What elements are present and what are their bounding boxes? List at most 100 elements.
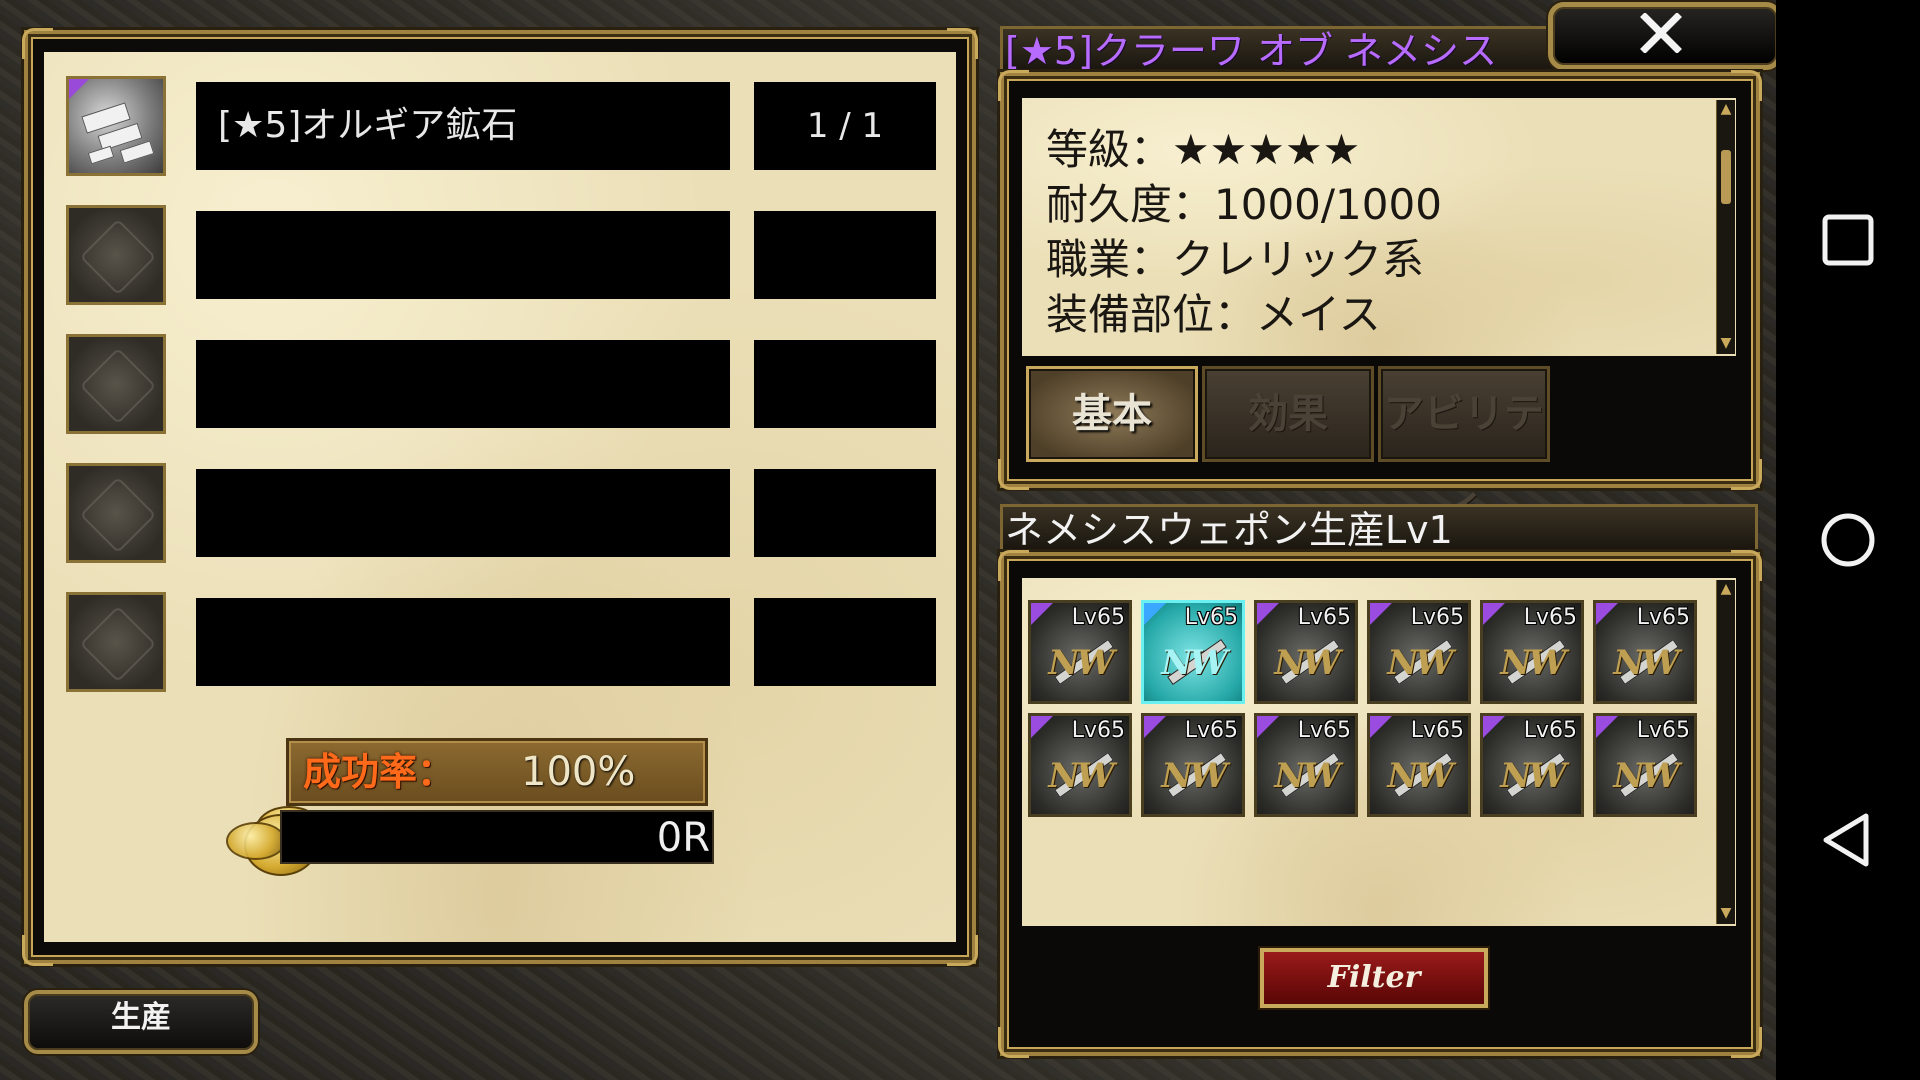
item-stat-line: 耐久度：1000/1000 [1046,180,1442,229]
back-button[interactable] [1816,808,1880,872]
weapon-level: Lv65 [1523,605,1577,630]
weapon-badge: NW [1613,643,1679,683]
material-row [66,205,936,305]
cost-bar: 0R [280,810,714,864]
success-rate-value: 100% [521,749,636,795]
material-count [754,340,936,428]
rarity-tag [1144,716,1166,738]
scroll-up-arrow-icon[interactable]: ▲ [1719,102,1733,116]
rarity-tag [1031,603,1053,625]
rarity-tag [1370,716,1392,738]
production-title-strip: ネメシスウェポン生産Lv1 [1000,504,1758,558]
material-row: [★5]オルギア鉱石 1 / 1 [66,76,936,176]
success-rate-bar: 成功率： 100% [286,738,708,806]
detail-scrollbar[interactable]: ▲ ▼ [1716,100,1735,354]
weapon-level: Lv65 [1410,718,1464,743]
scroll-down-arrow-icon[interactable]: ▼ [1719,906,1733,920]
weapon-slot[interactable]: NW Lv65 [1141,713,1245,817]
weapon-level: Lv65 [1184,718,1238,743]
close-icon [1640,13,1682,53]
weapon-badge: NW [1387,756,1453,796]
recents-icon [1822,214,1874,266]
close-button[interactable] [1548,2,1782,70]
material-row [66,334,936,434]
material-name [196,211,730,299]
weapon-slot[interactable]: NW Lv65 [1028,713,1132,817]
weapon-slot[interactable]: NW Lv65 [1367,713,1471,817]
weapon-badge: NW [1274,643,1340,683]
material-count [754,469,936,557]
item-stat-line: 等級：★★★★★ [1046,125,1361,174]
scroll-up-arrow-icon[interactable]: ▲ [1719,582,1733,596]
weapon-badge: NW [1500,643,1566,683]
weapon-badge: NW [1161,643,1227,683]
weapon-slot[interactable]: NW Lv65 [1254,713,1358,817]
material-row [66,463,936,563]
weapon-level: Lv65 [1297,718,1351,743]
material-name [196,340,730,428]
empty-slot-icon[interactable] [66,463,166,563]
back-icon [1823,813,1869,867]
rarity-tag [1483,716,1505,738]
home-icon [1821,513,1875,567]
weapon-slot[interactable]: NW Lv65 [1141,600,1245,704]
item-title-strip: [★5]クラーワ オブ ネメシス [1000,26,1563,78]
rarity-tag [1596,603,1618,625]
weapon-level: Lv65 [1071,718,1125,743]
weapon-badge: NW [1387,643,1453,683]
home-button[interactable] [1816,508,1880,572]
weapon-slot[interactable]: NW Lv65 [1367,600,1471,704]
production-title: ネメシスウェポン生産Lv1 [1005,508,1453,552]
weapon-badge: NW [1274,756,1340,796]
weapon-badge: NW [1500,756,1566,796]
weapon-level: Lv65 [1184,605,1238,630]
produce-button[interactable]: 生産 [24,990,258,1054]
weapon-slot[interactable]: NW Lv65 [1254,600,1358,704]
weapon-badge: NW [1613,756,1679,796]
material-count: 1 / 1 [754,82,936,170]
detail-scroll-thumb[interactable] [1721,150,1731,204]
recents-button[interactable] [1816,208,1880,272]
android-nav-bar [1776,0,1920,1080]
weapon-slot[interactable]: NW Lv65 [1480,600,1584,704]
material-count [754,598,936,686]
empty-slot-icon[interactable] [66,334,166,434]
item-stat-line: 装備部位：メイス [1046,290,1381,339]
weapon-level: Lv65 [1410,605,1464,630]
item-detail-parchment: 等級：★★★★★ 耐久度：1000/1000 職業：クレリック系 装備部位：メイス [1022,98,1736,356]
weapon-badge: NW [1048,643,1114,683]
weapon-slot[interactable]: NW Lv65 [1480,713,1584,817]
rarity-tag [1257,716,1279,738]
tab-abilities[interactable]: アビリティ [1378,366,1550,527]
item-detail-panel: 等級：★★★★★ 耐久度：1000/1000 職業：クレリック系 装備部位：メイス ▲… [998,70,1762,527]
rarity-tag [1483,603,1505,625]
filter-button[interactable]: Filter [1260,948,1488,1008]
rarity-tag [1257,603,1279,625]
rarity-tag [1596,716,1618,738]
item-title: [★5]クラーワ オブ ネメシス [1005,29,1498,73]
ore-icon[interactable] [66,76,166,176]
weapon-badge: NW [1161,756,1227,796]
material-name [196,469,730,557]
scroll-down-arrow-icon[interactable]: ▼ [1719,336,1733,350]
rarity-tag [1144,603,1166,625]
weapon-slot[interactable]: NW Lv65 [1028,600,1132,704]
rarity-tag [1031,716,1053,738]
empty-slot-icon[interactable] [66,592,166,692]
material-row [66,592,936,692]
weapon-grid-scrollbar[interactable]: ▲ ▼ [1716,580,1735,924]
weapon-grid-parchment: NW Lv65 NW Lv65 NW Lv65 NW Lv65 NW Lv65 NW Lv65 NW Lv… [1022,578,1736,926]
weapon-slot[interactable]: NW Lv65 [1593,600,1697,704]
weapon-level: Lv65 [1636,718,1690,743]
cost-value: 0R [656,815,710,861]
empty-slot-icon[interactable] [66,205,166,305]
materials-parchment: [★5]オルギア鉱石 1 / 1 成功率： 100% [44,52,956,942]
material-name: [★5]オルギア鉱石 [196,82,730,170]
item-stat-line: 職業：クレリック系 [1046,235,1425,284]
weapon-slot[interactable]: NW Lv65 [1593,713,1697,817]
tab-basic[interactable]: 基本 [1026,366,1198,462]
weapon-badge: NW [1048,756,1114,796]
tab-effects[interactable]: 効果 [1202,366,1374,462]
weapon-level: Lv65 [1297,605,1351,630]
material-count [754,211,936,299]
